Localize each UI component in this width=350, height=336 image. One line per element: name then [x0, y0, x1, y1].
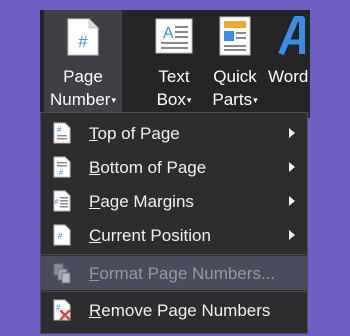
menu-item-label: op of Page	[97, 124, 180, 143]
text-box-icon: A	[155, 18, 193, 54]
menu-item-label: ottom of Page	[100, 158, 207, 177]
access-key: R	[89, 301, 102, 320]
svg-text:A: A	[163, 25, 174, 42]
submenu-arrow-icon	[289, 128, 295, 138]
svg-text:#: #	[78, 32, 88, 51]
page-number-label-line2: Number	[50, 90, 111, 109]
current-position-icon: #	[53, 224, 71, 246]
chevron-down-icon: ▾	[186, 95, 192, 105]
access-key: C	[89, 226, 102, 245]
format-page-numbers-icon	[53, 263, 71, 284]
menu-item-remove-page-numbers[interactable]: # Remove Page Numbers	[41, 293, 307, 327]
access-key: T	[89, 124, 98, 143]
page-number-button[interactable]: # Page Number▾	[44, 10, 122, 118]
page-number-icon: #	[67, 18, 99, 56]
quick-parts-label-line2: Parts	[212, 90, 253, 109]
page-bottom-icon: #	[53, 156, 71, 178]
quick-parts-label-line1: Quick	[213, 67, 257, 86]
chevron-down-icon: ▾	[111, 95, 116, 105]
menu-item-label: age Margins	[100, 192, 194, 211]
page-margins-icon: #	[53, 190, 71, 212]
submenu-arrow-icon	[289, 196, 295, 206]
svg-text:#: #	[59, 168, 64, 177]
svg-text:#: #	[58, 231, 63, 241]
wordart-icon	[278, 16, 305, 56]
access-key: P	[89, 192, 101, 211]
page-top-icon: #	[53, 122, 71, 144]
quick-parts-icon	[219, 16, 251, 56]
text-box-label-line1: Text	[158, 67, 190, 86]
menu-item-bottom-of-page[interactable]: # Bottom of Page	[41, 150, 307, 184]
menu-item-current-position[interactable]: # Current Position	[41, 218, 307, 252]
quick-parts-button[interactable]: Quick Parts▾	[206, 10, 264, 118]
menu-item-label: urrent Position	[101, 226, 211, 245]
menu-item-top-of-page[interactable]: # Top of Page	[41, 116, 307, 150]
svg-text:#: #	[55, 199, 59, 206]
menu-item-format-page-numbers[interactable]: Format Page Numbers...	[41, 256, 307, 290]
text-box-button[interactable]: A Text Box▾	[144, 10, 204, 118]
page-number-label-line1: Page	[63, 67, 103, 86]
menu-item-label: ormat Page Numbers...	[99, 264, 276, 283]
remove-page-numbers-icon: #	[53, 299, 71, 321]
submenu-arrow-icon	[289, 162, 295, 172]
submenu-arrow-icon	[289, 230, 295, 240]
access-key: F	[89, 264, 100, 283]
menu-separator	[41, 291, 307, 292]
access-key: B	[89, 158, 101, 177]
wordart-label-line1: Word	[268, 67, 309, 86]
menu-separator	[41, 254, 307, 255]
wordart-button[interactable]: Word	[266, 10, 310, 118]
page-number-dropdown-menu: # Top of Page # Bottom of Page # Page Ma…	[40, 112, 308, 334]
insert-ribbon-group: # Page Number▾ A Text Box▾ Quick Parts▾ …	[40, 10, 310, 118]
menu-item-label: emove Page Numbers	[101, 301, 271, 320]
menu-item-page-margins[interactable]: # Page Margins	[41, 184, 307, 218]
text-box-label-line2: Box	[156, 90, 186, 109]
svg-text:#: #	[57, 125, 62, 134]
chevron-down-icon: ▾	[253, 95, 258, 105]
